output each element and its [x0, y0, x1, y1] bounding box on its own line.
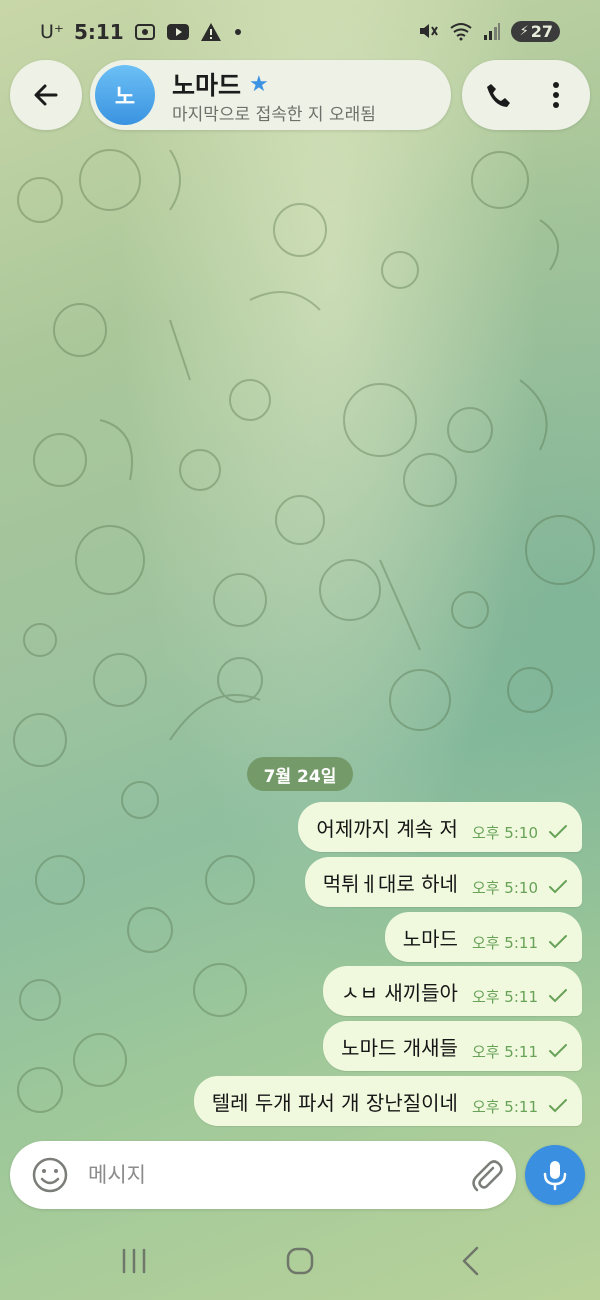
message-text: 어제까지 계속 저	[316, 816, 458, 841]
nav-back-icon[interactable]	[456, 1244, 486, 1278]
back-arrow-icon	[34, 84, 58, 106]
avatar[interactable]: 노	[95, 65, 155, 125]
chat-header[interactable]: 노 노마드 ★ 마지막으로 접속한 지 오래됨	[90, 60, 451, 130]
phone-icon	[487, 84, 510, 107]
carrier-label: U⁺	[40, 21, 64, 43]
message-bubble[interactable]: 먹튀ㅔ대로 하네 오후 5:10	[304, 857, 582, 907]
message-meta: 오후 5:10	[472, 877, 568, 898]
message-text: 먹튀ㅔ대로 하네	[322, 871, 458, 896]
message-bubble[interactable]: 텔레 두개 파서 개 장난질이네 오후 5:11	[193, 1076, 582, 1126]
message-time: 오후 5:11	[471, 1097, 538, 1116]
message-input[interactable]	[88, 1155, 388, 1195]
back-button[interactable]	[10, 60, 82, 130]
check-icon	[549, 935, 567, 949]
message-meta: 오후 5:11	[472, 1041, 568, 1062]
check-icon	[549, 880, 567, 894]
message-time: 오후 5:11	[471, 987, 538, 1006]
check-icon	[549, 1099, 567, 1113]
message-bubble[interactable]: 어제까지 계속 저 오후 5:10	[298, 802, 582, 852]
battery-level: 27	[530, 21, 553, 41]
youtube-icon	[166, 24, 189, 40]
contact-status: 마지막으로 접속한 지 오래됨	[172, 105, 376, 125]
emoji-icon[interactable]	[30, 1155, 70, 1195]
recents-icon[interactable]	[118, 1246, 150, 1276]
warning-icon	[200, 23, 221, 41]
message-bubble[interactable]: 노마드 개새들 오후 5:11	[323, 1021, 582, 1071]
message-bubble[interactable]: 노마드 오후 5:11	[384, 912, 582, 962]
message-meta: 오후 5:11	[472, 1096, 568, 1117]
status-right: ⚡ 27	[417, 20, 560, 42]
message-time: 오후 5:11	[471, 933, 538, 952]
message-time: 오후 5:11	[471, 1042, 538, 1061]
more-vertical-icon	[553, 82, 559, 108]
more-options-button[interactable]	[538, 77, 574, 113]
voice-message-button[interactable]	[525, 1145, 585, 1205]
message-meta: 오후 5:11	[472, 932, 568, 953]
date-separator: 7월 24일	[247, 757, 353, 791]
signal-icon	[483, 23, 500, 40]
home-icon[interactable]	[284, 1245, 316, 1277]
contact-name: 노마드 ★	[172, 66, 269, 102]
message-text: 노마드 개새들	[341, 1035, 458, 1060]
status-left: U⁺ 5:11	[40, 20, 244, 44]
screenshot-icon	[134, 24, 155, 40]
header-actions	[462, 60, 590, 130]
check-icon	[549, 825, 567, 839]
microphone-icon	[543, 1161, 567, 1191]
message-text: 텔레 두개 파서 개 장난질이네	[211, 1090, 458, 1115]
message-text: ㅅㅂ 새끼들아	[341, 980, 458, 1005]
message-meta: 오후 5:11	[472, 986, 568, 1007]
contact-name-text: 노마드	[172, 71, 242, 100]
star-icon: ★	[249, 71, 269, 97]
message-bubble[interactable]: ㅅㅂ 새끼들아 오후 5:11	[323, 966, 582, 1016]
dot-icon	[234, 29, 241, 35]
battery-icon: ⚡ 27	[510, 20, 560, 42]
mute-icon	[419, 24, 438, 38]
status-bar: U⁺ 5:11 ⚡ 27	[0, 0, 600, 60]
check-icon	[549, 1044, 567, 1058]
call-button[interactable]	[480, 77, 516, 113]
message-time: 오후 5:10	[471, 823, 538, 842]
message-time: 오후 5:10	[471, 878, 538, 897]
message-composer	[10, 1141, 516, 1209]
message-meta: 오후 5:10	[472, 822, 568, 843]
paperclip-icon[interactable]	[466, 1155, 506, 1195]
check-icon	[549, 989, 567, 1003]
wifi-icon	[449, 23, 472, 41]
status-time: 5:11	[73, 20, 124, 44]
system-nav-bar	[0, 1230, 600, 1300]
message-text: 노마드	[402, 926, 458, 951]
